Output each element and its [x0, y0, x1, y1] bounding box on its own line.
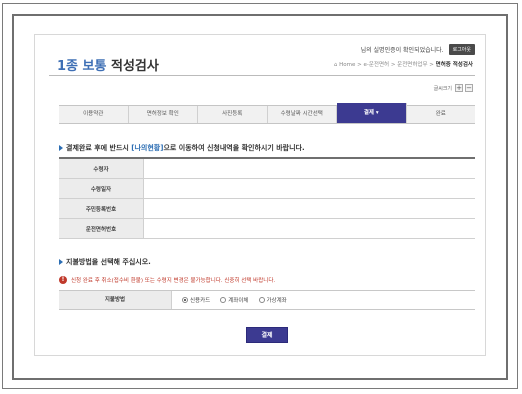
- virtual-account-radio[interactable]: [258, 297, 265, 303]
- pay-button[interactable]: 결제: [246, 327, 288, 343]
- row-value: [143, 178, 475, 199]
- row-label: 주민등록번호: [59, 198, 144, 219]
- title-prefix: 1종 보통: [57, 59, 107, 74]
- font-size-minus-button[interactable]: −: [465, 84, 473, 92]
- step-license-info[interactable]: 면허정보 확인: [129, 106, 198, 123]
- notice-before: 결제완료 후에 반드시: [66, 144, 132, 152]
- title-text: 적성검사: [110, 59, 159, 74]
- payment-notice: 결제완료 후에 반드시 [나의현황]으로 이동하여 신청내역을 확인하시기 바랍…: [59, 143, 305, 153]
- chevron-right-icon: [59, 145, 63, 151]
- payment-heading-text: 지불방법을 선택해 주십시오.: [66, 258, 151, 266]
- step-payment[interactable]: 결제 ▾: [337, 103, 407, 123]
- font-size-plus-button[interactable]: +: [455, 84, 463, 92]
- step-complete[interactable]: 완료: [407, 106, 476, 123]
- notice-after: 으로 이동하여 신청내역을 확인하시기 바랍니다.: [163, 144, 305, 152]
- step-tabs: 이용약관 면허정보 확인 사진등록 수령날짜 시간선택 결제 ▾ 완료: [59, 103, 476, 124]
- table-row: 주민등록번호: [59, 198, 475, 219]
- page-panel: 1종 보통 적성검사 님의 실명인증이 확인되었습니다. 로그아웃 ⌂ Home…: [34, 34, 486, 356]
- virtual-account-label: 가상계좌: [266, 298, 287, 304]
- user-message: 님의 실명인증이 확인되었습니다.: [360, 47, 444, 54]
- title-divider: [49, 75, 475, 76]
- home-icon[interactable]: ⌂: [334, 62, 338, 68]
- row-value: [143, 218, 475, 239]
- table-row: 운전면허번호: [59, 218, 475, 239]
- bank-transfer-label: 계좌이체: [228, 298, 249, 304]
- applicant-info-table: 수령자 수령일자 주민등록번호 운전면허번호: [59, 157, 475, 239]
- row-value: [143, 158, 475, 179]
- breadcrumb-current: 면허증 적성검사: [435, 62, 473, 68]
- option-virtual-account[interactable]: 가상계좌: [258, 296, 287, 304]
- page-title: 1종 보통 적성검사: [57, 55, 159, 74]
- breadcrumb-home[interactable]: Home: [339, 62, 355, 68]
- payment-method-row: 지불방법 신용카드 계좌이체 가상계좌: [59, 290, 475, 310]
- option-bank-transfer[interactable]: 계좌이체: [220, 296, 249, 304]
- warning-text: 신청 완료 후 취소(접수비 환불) 또는 수령지 변경은 불가능합니다. 신중…: [71, 278, 276, 284]
- my-status-link[interactable]: [나의현황]: [131, 144, 163, 152]
- step-receive-date[interactable]: 수령날짜 시간선택: [268, 106, 337, 123]
- font-size-label: 글씨크기: [433, 85, 452, 92]
- step-terms[interactable]: 이용약관: [59, 106, 129, 123]
- bank-transfer-radio[interactable]: [220, 297, 227, 303]
- chevron-right-icon: [59, 259, 63, 265]
- font-size-control: 글씨크기 + −: [434, 84, 473, 92]
- credit-card-radio[interactable]: [182, 297, 188, 303]
- user-bar: 님의 실명인증이 확인되었습니다. 로그아웃: [361, 44, 475, 55]
- breadcrumb-path[interactable]: > e-운전면허 > 운전면허업무 >: [357, 62, 434, 68]
- option-credit-card[interactable]: 신용카드: [182, 296, 210, 304]
- row-label: 운전면허번호: [59, 218, 144, 239]
- payment-warning: ! 신청 완료 후 취소(접수비 환불) 또는 수령지 변경은 불가능합니다. …: [59, 276, 275, 284]
- row-label: 수령일자: [59, 178, 144, 199]
- breadcrumb: ⌂ Home > e-운전면허 > 운전면허업무 > 면허증 적성검사: [334, 60, 473, 68]
- payment-method-label: 지불방법: [59, 291, 172, 309]
- payment-options: 신용카드 계좌이체 가상계좌: [172, 291, 287, 309]
- warning-icon: !: [59, 276, 67, 284]
- credit-card-label: 신용카드: [190, 298, 211, 304]
- step-photo[interactable]: 사진등록: [198, 106, 268, 123]
- row-value: [143, 198, 475, 219]
- table-row: 수령자: [59, 158, 475, 179]
- table-row: 수령일자: [59, 178, 475, 199]
- payment-heading: 지불방법을 선택해 주십시오.: [59, 257, 151, 267]
- logout-button[interactable]: 로그아웃: [448, 44, 475, 55]
- row-label: 수령자: [59, 158, 144, 179]
